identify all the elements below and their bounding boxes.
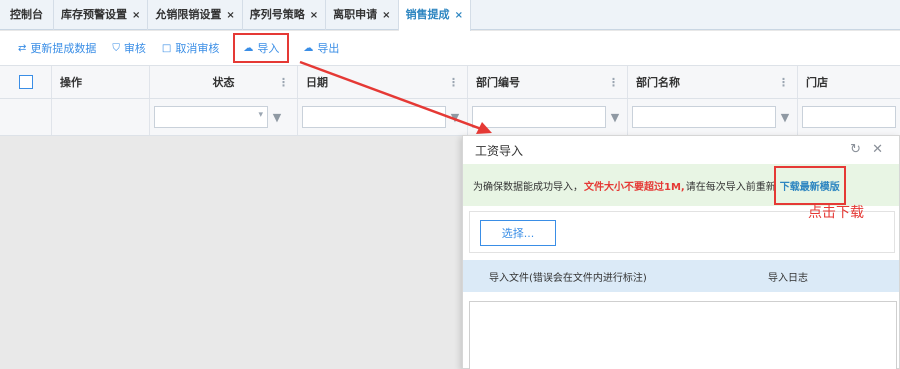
cloud-upload-icon: ☁ <box>243 42 254 54</box>
refresh-commission-label: 更新提成数据 <box>30 42 97 55</box>
tab-label: 离职申请 <box>333 8 378 21</box>
import-label: 导入 <box>257 42 280 55</box>
cloud-download-icon: ☁ <box>303 42 314 54</box>
grid-filter-row: ▾ ▼ ▼ ▼ ▼ <box>0 99 900 136</box>
column-menu-icon[interactable]: ⋮ <box>778 76 789 89</box>
tab-inventory-warning[interactable]: 库存预警设置 × <box>54 0 149 30</box>
close-icon[interactable]: × <box>226 10 234 21</box>
square-icon: □ <box>161 42 172 54</box>
column-header-label: 门店 <box>806 76 828 89</box>
tab-console[interactable]: 控制台 <box>0 0 54 30</box>
export-button[interactable]: ☁ 导出 <box>295 35 347 61</box>
dept-code-filter-input[interactable] <box>472 106 606 128</box>
store-filter-input[interactable] <box>802 106 896 128</box>
close-icon[interactable]: × <box>382 10 390 21</box>
column-header[interactable]: 状态 ⋮ <box>150 66 298 98</box>
column-import-file: 导入文件(错误会在文件内进行标注) <box>489 272 647 284</box>
filter-cell: ▼ <box>468 99 628 135</box>
filter-cell: ▼ <box>628 99 798 135</box>
filter-icon[interactable]: ▼ <box>776 106 794 128</box>
select-file-button[interactable]: 选择... <box>480 220 556 246</box>
import-table-header: 导入文件(错误会在文件内进行标注) 导入日志 <box>463 260 899 292</box>
close-icon[interactable]: ✕ <box>872 142 883 157</box>
close-icon[interactable]: × <box>132 10 140 21</box>
column-header-label: 部门编号 <box>476 76 520 89</box>
notice-warning: 文件大小不要超过1M, <box>584 181 685 193</box>
import-file-list <box>469 301 897 369</box>
refresh-icon[interactable]: ↻ <box>850 142 861 157</box>
tab-label: 库存预警设置 <box>61 8 127 21</box>
column-header-label: 状态 <box>212 76 235 89</box>
close-icon[interactable]: × <box>455 10 463 21</box>
tab-serial-policy[interactable]: 序列号策略 × <box>243 0 327 30</box>
filter-icon[interactable]: ▼ <box>268 106 286 128</box>
column-header-label: 操作 <box>60 76 82 89</box>
tab-label: 允销限销设置 <box>155 8 222 21</box>
filter-cell <box>0 99 52 135</box>
column-menu-icon[interactable]: ⋮ <box>448 76 459 89</box>
tab-bar: 控制台 库存预警设置 × 允销限销设置 × 序列号策略 × 离职申请 × 销售提成 × <box>0 0 900 31</box>
date-filter-input[interactable] <box>302 106 446 128</box>
column-header[interactable]: 部门名称 ⋮ <box>628 66 798 98</box>
tab-label: 销售提成 <box>405 8 450 21</box>
click-download-annotation: 点击下载 <box>808 205 864 221</box>
grid-header: 操作 状态 ⋮ 日期 ⋮ 部门编号 ⋮ 部门名称 ⋮ 门店 <box>0 65 900 99</box>
column-header[interactable]: 操作 <box>52 66 150 98</box>
dialog-header: 工资导入 ↻ ✕ <box>463 136 899 164</box>
column-menu-icon[interactable]: ⋮ <box>608 76 619 89</box>
export-label: 导出 <box>317 42 340 55</box>
unaudit-label: 取消审核 <box>175 42 220 55</box>
tab-sales-commission[interactable]: 销售提成 × <box>398 0 471 31</box>
refresh-commission-button[interactable]: ⇄ 更新提成数据 <box>10 35 104 61</box>
filter-icon[interactable]: ▼ <box>446 106 464 128</box>
dialog-title: 工资导入 <box>475 143 524 158</box>
column-header[interactable]: 部门编号 ⋮ <box>468 66 628 98</box>
column-import-log: 导入日志 <box>768 272 808 284</box>
filter-cell <box>798 99 900 135</box>
tab-resignation[interactable]: 离职申请 × <box>326 0 399 30</box>
close-icon[interactable]: × <box>310 10 318 21</box>
audit-button[interactable]: ⛉ 审核 <box>104 35 154 61</box>
toolbar: ⇄ 更新提成数据 ⛉ 审核 □ 取消审核 ☁ 导入 ☁ 导出 <box>0 31 900 65</box>
shield-icon: ⛉ <box>112 42 120 54</box>
filter-cell: ▾ ▼ <box>150 99 298 135</box>
audit-label: 审核 <box>123 42 146 55</box>
header-select-all <box>0 66 52 98</box>
salary-import-dialog: 工资导入 ↻ ✕ 为确保数据能成功导入， 文件大小不要超过1M, 请在每次导入前… <box>462 135 900 369</box>
import-notice: 为确保数据能成功导入， 文件大小不要超过1M, 请在每次导入前重新 下载最新模版 <box>463 164 899 206</box>
import-button[interactable]: ☁ 导入 <box>233 33 290 63</box>
column-header-label: 部门名称 <box>636 76 680 89</box>
tab-label: 序列号策略 <box>249 8 305 21</box>
status-filter-select[interactable]: ▾ <box>154 106 268 128</box>
notice-prefix: 为确保数据能成功导入， <box>473 181 583 193</box>
swap-icon: ⇄ <box>18 42 27 54</box>
tab-label: 控制台 <box>10 8 43 21</box>
column-header-label: 日期 <box>306 76 328 89</box>
column-header[interactable]: 门店 <box>798 66 900 98</box>
download-template-link[interactable]: 下载最新模版 <box>773 165 846 205</box>
notice-suffix: 请在每次导入前重新 <box>685 181 776 193</box>
tab-sales-limit[interactable]: 允销限销设置 × <box>148 0 243 30</box>
dept-name-filter-input[interactable] <box>632 106 776 128</box>
filter-cell <box>52 99 150 135</box>
chevron-down-icon: ▾ <box>258 110 263 120</box>
column-header[interactable]: 日期 ⋮ <box>298 66 468 98</box>
select-all-checkbox[interactable] <box>18 75 33 89</box>
column-menu-icon[interactable]: ⋮ <box>278 76 289 89</box>
filter-icon[interactable]: ▼ <box>606 106 624 128</box>
filter-cell: ▼ <box>298 99 468 135</box>
unaudit-button[interactable]: □ 取消审核 <box>154 35 227 61</box>
